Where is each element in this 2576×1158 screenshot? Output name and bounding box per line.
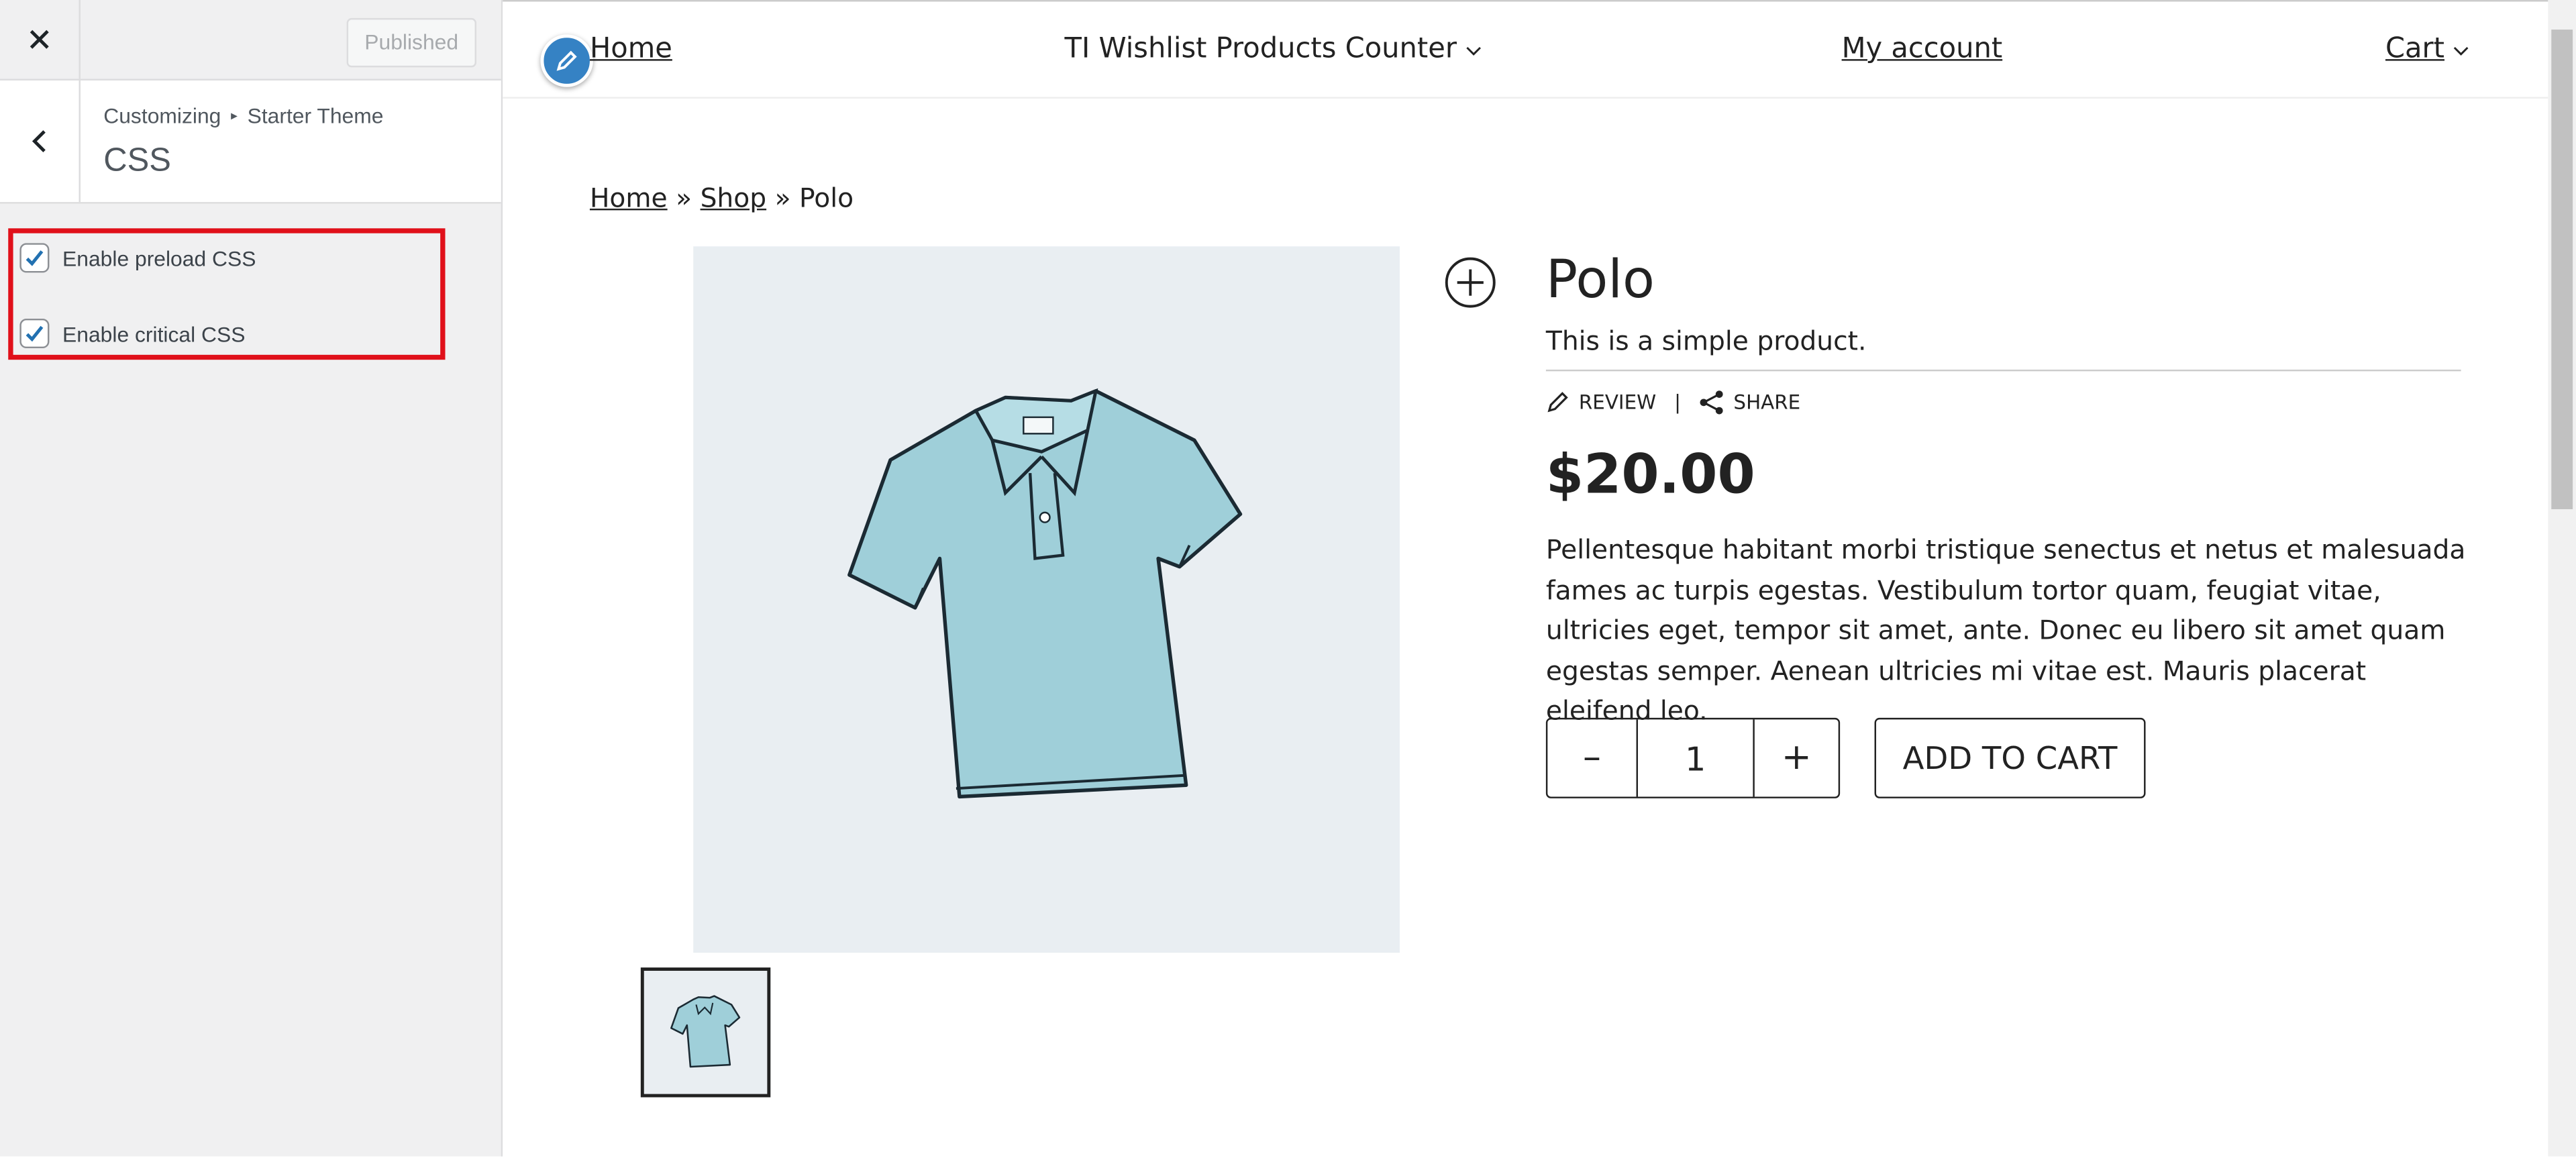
checkmark-icon [25,250,44,266]
breadcrumb-root: Customizing [103,103,221,128]
site-navigation: Home TI Wishlist Products Counter My acc… [503,1,2548,99]
pencil-icon [556,50,577,71]
breadcrumb-arrow-icon: ▸ [231,108,238,123]
option-label: Enable critical CSS [62,321,246,346]
polo-shirt-image [847,388,1243,799]
nav-wishlist-counter[interactable]: TI Wishlist Products Counter [1065,33,1482,66]
share-label: SHARE [1733,390,1801,414]
close-icon [30,30,49,49]
nav-cart-link[interactable]: Cart [2385,33,2444,66]
breadcrumb-separator: » [774,182,791,214]
chevron-down-icon [2454,46,2469,56]
breadcrumb-current: Polo [799,182,854,214]
customizer-breadcrumb: Customizing ▸ Starter Theme [103,103,383,128]
product-price: $20.00 [1545,441,1755,507]
divider [1545,369,2461,372]
chevron-down-icon [1466,46,1482,56]
critical-css-checkbox[interactable] [19,318,50,349]
breadcrumb-separator: » [676,182,692,214]
product-description: Pellentesque habitant morbi tristique se… [1545,533,2466,727]
customizer-header: Published [0,0,501,81]
publish-button[interactable]: Published [346,17,477,68]
option-enable-preload-css[interactable]: Enable preload CSS [19,243,256,273]
breadcrumb-shop-link[interactable]: Shop [701,182,767,214]
breadcrumb: Home » Shop » Polo [590,182,854,214]
product-short-description: This is a simple product. [1545,325,1867,357]
back-button[interactable] [0,80,81,203]
action-separator: | [1674,390,1682,414]
share-link[interactable]: SHARE [1699,389,1800,415]
review-link[interactable]: REVIEW [1546,391,1656,414]
product-actions: REVIEW | SHARE [1546,389,1800,415]
plus-circle-icon[interactable] [1444,256,1496,309]
scrollbar[interactable] [2548,0,2576,1157]
checkmark-icon [25,325,44,342]
nav-cart[interactable]: Cart [2385,33,2470,66]
share-icon [1700,390,1723,415]
section-title: CSS [103,143,171,179]
customizer-sidebar: Published Customizing ▸ Starter Theme CSS … [0,0,503,1157]
site-preview: Home TI Wishlist Products Counter My acc… [503,0,2548,1158]
option-enable-critical-css[interactable]: Enable critical CSS [19,318,246,349]
close-customizer-button[interactable] [0,0,81,79]
review-label: REVIEW [1578,390,1657,414]
scrollbar-thumb[interactable] [2551,30,2573,509]
section-header: Customizing ▸ Starter Theme CSS [0,80,501,204]
nav-my-account-link[interactable]: My account [1842,33,2003,66]
quantity-increase-button[interactable]: + [1755,719,1839,796]
quantity-stepper: – 1 + [1545,717,1841,798]
quantity-decrease-button[interactable]: – [1547,719,1638,797]
pencil-icon [1547,392,1568,413]
product-main-image[interactable] [693,246,1400,953]
quantity-input[interactable]: 1 [1638,719,1755,797]
option-label: Enable preload CSS [62,246,256,270]
product-thumbnail[interactable] [640,967,771,1098]
add-to-cart-button[interactable]: ADD TO CART [1874,717,2146,798]
breadcrumb-home-link[interactable]: Home [590,182,668,214]
nav-wishlist-label: TI Wishlist Products Counter [1064,32,1457,66]
breadcrumb-theme: Starter Theme [247,103,384,128]
edit-shortcut-button[interactable] [540,34,593,87]
chevron-left-icon [32,130,46,152]
polo-shirt-thumbnail [670,995,741,1068]
preload-css-checkbox[interactable] [19,243,50,273]
product-title: Polo [1545,248,1655,311]
nav-home-link[interactable]: Home [590,33,672,66]
